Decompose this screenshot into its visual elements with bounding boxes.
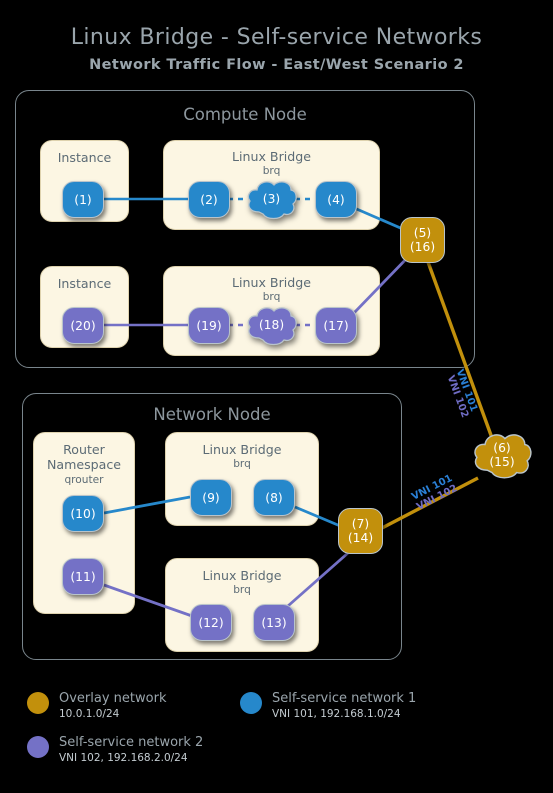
legend-dot-selfservice-2 — [27, 736, 49, 758]
node-6-15-cloud[interactable]: (6) (15) — [471, 428, 533, 482]
diagram-canvas: Linux Bridge - Self-service Networks Net… — [0, 0, 553, 793]
node-3-cloud[interactable]: (3) — [245, 176, 298, 222]
node-8-label: (8) — [265, 490, 283, 505]
node-8[interactable]: (8) — [253, 479, 295, 516]
page-title: Linux Bridge - Self-service Networks — [70, 25, 483, 50]
panel-network-bridge-1: Linux Bridge brq — [165, 432, 319, 526]
panel-instance-2-title: Instance — [57, 276, 112, 291]
panel-linux-bridge-2-title: Linux Bridge — [232, 275, 311, 290]
node-2[interactable]: (2) — [188, 181, 230, 218]
node-5-16[interactable]: (5) (16) — [400, 217, 445, 263]
panel-network-bridge-1-title: Linux Bridge — [202, 442, 282, 457]
legend-detail-overlay: 10.0.1.0/24 — [59, 708, 120, 720]
node-9-label: (9) — [202, 490, 220, 505]
panel-network-bridge-2-title: Linux Bridge — [202, 568, 282, 583]
node-17-label: (17) — [323, 318, 349, 333]
node-14-label: (14) — [347, 531, 374, 545]
legend-dot-overlay — [27, 692, 49, 714]
panel-instance-1-title: Instance — [57, 150, 112, 165]
node-13-label: (13) — [261, 615, 287, 630]
node-19[interactable]: (19) — [188, 307, 230, 344]
node-11[interactable]: (11) — [62, 558, 104, 595]
panel-router-namespace-title-1: Router — [63, 442, 105, 457]
compute-node-title: Compute Node — [183, 105, 307, 124]
legend-detail-selfservice-2: VNI 102, 192.168.2.0/24 — [59, 752, 188, 764]
panel-network-bridge-2-sub: brq — [233, 584, 251, 596]
node-19-label: (19) — [196, 318, 222, 333]
node-1-label: (1) — [74, 192, 92, 207]
node-7-label: (7) — [351, 517, 370, 531]
node-7-14[interactable]: (7) (14) — [338, 508, 383, 554]
legend-label-selfservice-1: Self-service network 1 — [272, 691, 417, 706]
panel-linux-bridge-1-title: Linux Bridge — [232, 149, 311, 164]
panel-network-bridge-2: Linux Bridge brq — [165, 558, 319, 652]
node-12[interactable]: (12) — [190, 604, 232, 641]
network-node-title: Network Node — [153, 405, 271, 424]
node-2-label: (2) — [200, 192, 218, 207]
legend-label-selfservice-2: Self-service network 2 — [59, 735, 204, 750]
node-5-label: (5) — [413, 226, 432, 240]
node-20[interactable]: (20) — [62, 307, 104, 344]
panel-router-namespace-title-2: Namespace — [46, 457, 122, 472]
node-20-label: (20) — [70, 318, 96, 333]
node-13[interactable]: (13) — [253, 604, 295, 641]
legend-dot-selfservice-1 — [240, 692, 262, 714]
panel-router-namespace-sub: qrouter — [64, 474, 104, 486]
node-4[interactable]: (4) — [315, 181, 357, 218]
page-subtitle: Network Traffic Flow - East/West Scenari… — [89, 57, 464, 73]
cloud-shape-18 — [247, 307, 297, 346]
node-11-label: (11) — [70, 569, 96, 584]
node-1[interactable]: (1) — [62, 181, 104, 218]
node-17[interactable]: (17) — [315, 307, 357, 344]
node-9[interactable]: (9) — [190, 479, 232, 516]
node-16-label: (16) — [409, 240, 436, 254]
legend: Overlay network 10.0.1.0/24 Self-service… — [0, 683, 553, 783]
legend-detail-selfservice-1: VNI 101, 192.168.1.0/24 — [272, 708, 401, 720]
cloud-shape-6-15 — [474, 434, 532, 479]
legend-label-overlay: Overlay network — [59, 691, 167, 706]
node-10-label: (10) — [70, 506, 96, 521]
node-4-label: (4) — [327, 192, 345, 207]
node-12-label: (12) — [198, 615, 224, 630]
node-10[interactable]: (10) — [62, 495, 104, 532]
panel-network-bridge-1-sub: brq — [233, 458, 251, 470]
cloud-shape-3 — [247, 181, 297, 220]
node-18-cloud[interactable]: (18) — [245, 302, 298, 348]
